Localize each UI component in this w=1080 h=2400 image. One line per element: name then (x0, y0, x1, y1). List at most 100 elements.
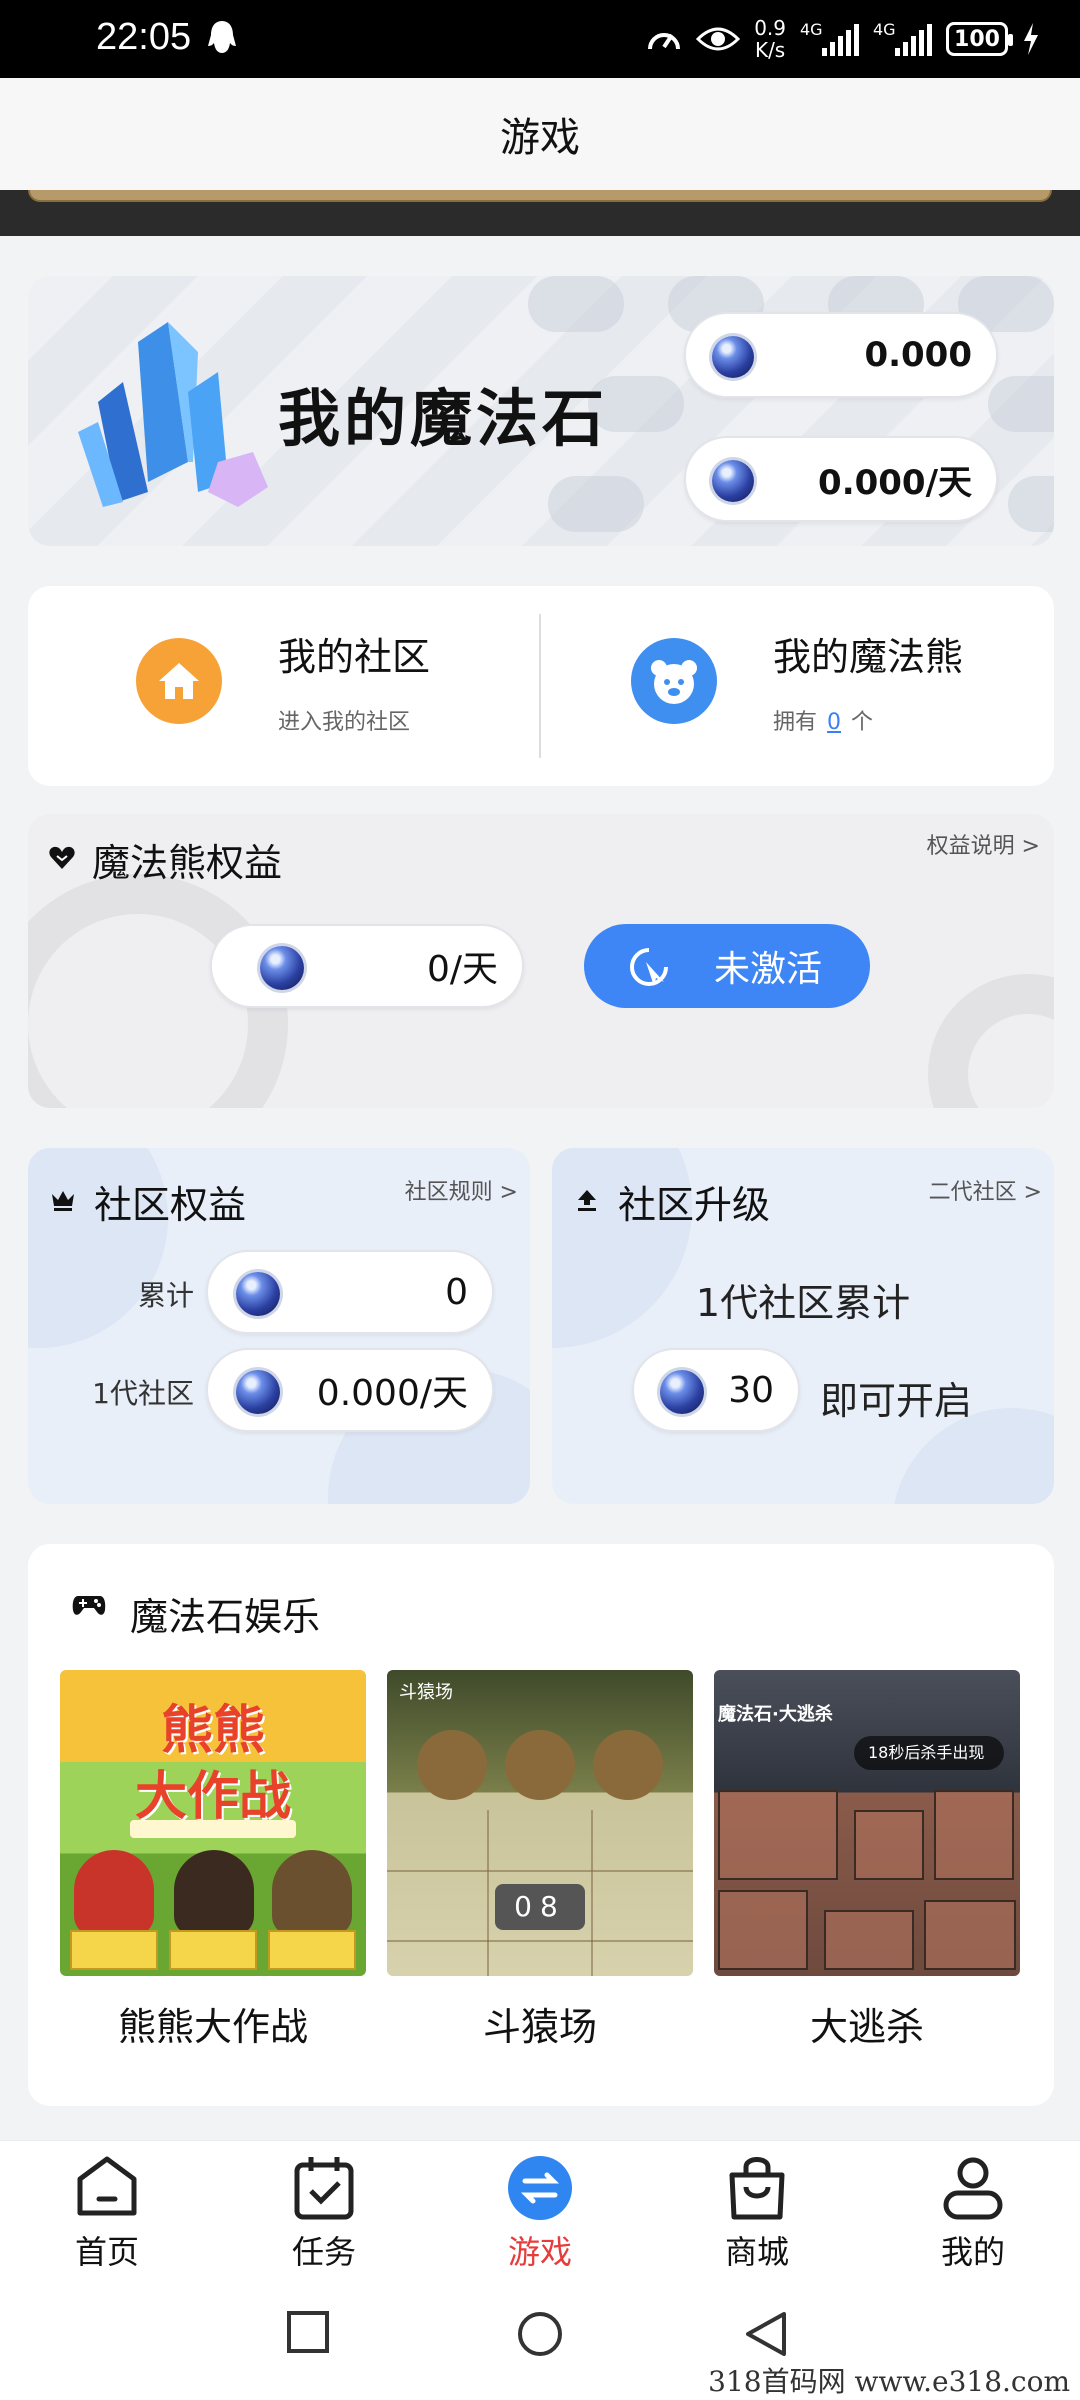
user-icon (943, 2157, 1003, 2220)
magic-stone-title: 我的魔法石 (278, 382, 609, 455)
nav-label: 任务 (291, 2233, 356, 2271)
speed-value: 0.9 (754, 16, 786, 40)
qq-icon (208, 21, 236, 53)
bear-count-link[interactable]: 0 (827, 710, 841, 735)
community-upgrade-card: 社区升级 二代社区 > 1代社区累计 30 即可开启 (552, 1148, 1054, 1504)
bear-rate-value: 0/天 (426, 949, 498, 990)
home-button-icon[interactable] (516, 2310, 564, 2358)
second-gen-link[interactable]: 二代社区 > (929, 1174, 1042, 1206)
upgrade-suffix: 即可开启 (820, 1379, 973, 1423)
my-bears-button[interactable]: 我的魔法熊 拥有 0 个 (541, 586, 1054, 786)
activate-button[interactable]: 未激活 (584, 924, 870, 1008)
game-name: 斗猿场 (482, 2005, 597, 2049)
bear-count-unit: 个 (851, 710, 874, 735)
activate-label: 未激活 (714, 949, 823, 990)
gen1-value: 0.000/天 (316, 1373, 468, 1414)
page-header: 游戏 (0, 78, 1080, 190)
upgrade-arrow-icon (578, 1190, 596, 1211)
community-rules-link[interactable]: 社区规则 > (405, 1174, 518, 1206)
community-upgrade-title: 社区升级 (618, 1183, 771, 1227)
top-decor-strip (0, 190, 1080, 236)
total-value: 0 (445, 1271, 468, 1313)
shopping-bag-icon (729, 2157, 785, 2220)
magic-stone-orb-icon (660, 1370, 704, 1414)
required-pill: 30 (632, 1348, 800, 1432)
battery-icon: 100 (946, 22, 1013, 56)
bottom-nav: 首页 任务 游戏 商城 我的 (0, 2140, 1080, 2273)
charging-icon (1024, 23, 1038, 55)
game-bear-battle[interactable]: 熊熊 大作战 (60, 1670, 366, 1976)
game-clock: 08 (495, 1884, 585, 1930)
status-right: 0.9 K/s 4G 4G 100 (646, 14, 1040, 64)
magic-stone-orb-icon (260, 946, 304, 990)
my-community-button[interactable]: 我的社区 进入我的社区 (28, 586, 541, 786)
nav-mall[interactable]: 商城 (682, 2153, 832, 2273)
total-label: 累计 (137, 1279, 194, 1312)
recent-apps-icon[interactable] (286, 2310, 330, 2354)
bear-rights-card: 魔法熊权益 权益说明 > 0/天 未激活 (28, 814, 1054, 1108)
nav-profile[interactable]: 我的 (898, 2153, 1048, 2273)
magic-stone-orb-icon (712, 336, 754, 378)
nav-label: 商城 (724, 2233, 789, 2271)
entertainment-card: 魔法石娱乐 熊熊 大作战 熊熊大作战 斗猿场 08 斗猿场 魔法石·大逃杀 18… (28, 1544, 1054, 2106)
entertainment-title: 魔法石娱乐 (130, 1595, 321, 1639)
signal-1-label: 4G (800, 20, 823, 39)
my-community-subtitle: 进入我的社区 (278, 710, 411, 735)
heart-icon (49, 846, 75, 869)
stone-daily-value: 0.000/天 (818, 462, 972, 503)
nav-home[interactable]: 首页 (32, 2153, 182, 2273)
game-art-header: 斗猿场 (399, 1682, 453, 1703)
back-icon[interactable] (744, 2310, 788, 2358)
bear-icon (631, 638, 717, 724)
crown-icon (52, 1191, 74, 1211)
status-bar: 22:05 0.9 K/s 4G 4G 100 (0, 0, 1080, 78)
rights-explain-link[interactable]: 权益说明 > (927, 828, 1040, 860)
nav-games[interactable]: 游戏 (465, 2153, 615, 2273)
game-name: 熊熊大作战 (117, 2005, 308, 2049)
community-rights-card: 社区权益 社区规则 > 累计 0 1代社区 0.000/天 (28, 1148, 530, 1504)
battery-level: 100 (954, 26, 1000, 52)
magic-stone-orb-icon (712, 460, 754, 502)
exchange-icon (508, 2156, 572, 2220)
signal-2-icon: 4G (873, 20, 932, 56)
game-name: 大逃杀 (809, 2005, 924, 2049)
gen1-label: 1代社区 (92, 1377, 194, 1410)
my-bears-title: 我的魔法熊 (773, 635, 964, 679)
required-value: 30 (728, 1369, 774, 1411)
nav-label: 首页 (74, 2233, 139, 2271)
nav-label: 游戏 (507, 2233, 572, 2271)
game-monkey-arena[interactable]: 斗猿场 08 (387, 1670, 693, 1976)
home-icon (136, 638, 222, 724)
my-community-title: 我的社区 (278, 635, 431, 679)
calendar-check-icon (294, 2157, 354, 2220)
community-rights-title: 社区权益 (94, 1183, 247, 1227)
signal-2-label: 4G (873, 20, 896, 39)
nav-tasks[interactable]: 任务 (249, 2153, 399, 2273)
click-cursor-icon (630, 948, 668, 986)
network-speed: 0.9 K/s (754, 17, 786, 61)
home-icon (77, 2156, 137, 2216)
stone-daily-pill: 0.000/天 (684, 436, 998, 522)
yen-watermark (928, 974, 1054, 1108)
stone-balance-pill: 0.000 (684, 312, 998, 398)
signal-1-icon: 4G (800, 20, 859, 56)
game-art-banner: 18秒后杀手出现 (854, 1736, 1004, 1770)
site-watermark: 318首码网 www.e318.com (708, 2365, 1070, 2398)
own-prefix: 拥有 (773, 710, 818, 735)
speed-unit: K/s (754, 38, 786, 62)
community-card: 我的社区 进入我的社区 我的魔法熊 拥有 0 个 (28, 586, 1054, 786)
page-title: 游戏 (500, 115, 580, 161)
status-time: 22:05 (96, 16, 192, 58)
magic-stone-banner: 我的魔法石 0.000 0.000/天 (28, 276, 1054, 546)
gen1-pill: 0.000/天 (206, 1348, 494, 1432)
speedometer-icon (648, 33, 681, 50)
game-battle-royale[interactable]: 魔法石·大逃杀 18秒后杀手出现 (714, 1670, 1020, 1976)
game-art-header: 魔法石·大逃杀 (718, 1704, 833, 1725)
bear-rights-title: 魔法熊权益 (92, 841, 283, 885)
upgrade-line: 1代社区累计 (695, 1281, 911, 1325)
bear-rate-pill: 0/天 (210, 924, 524, 1008)
crystal-icon (78, 322, 268, 507)
game-art-title: 大作战 (134, 1767, 291, 1827)
magic-stone-orb-icon (236, 1370, 280, 1414)
game-art-title: 熊熊 (160, 1701, 265, 1761)
